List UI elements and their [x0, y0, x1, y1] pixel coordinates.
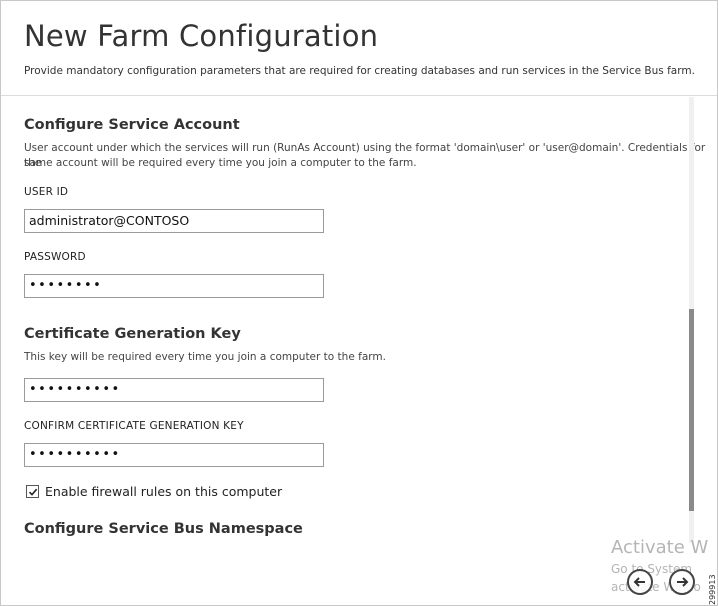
firewall-option[interactable]: Enable firewall rules on this computer — [26, 484, 282, 499]
certificate-key-input[interactable]: •••••••••• — [24, 378, 324, 402]
wizard-window: New Farm Configuration Provide mandatory… — [0, 0, 718, 606]
confirm-key-input[interactable]: •••••••••• — [24, 443, 324, 467]
arrow-left-circle-icon — [633, 577, 645, 587]
namespace-heading: Configure Service Bus Namespace — [24, 521, 303, 537]
firewall-checkbox-label: Enable firewall rules on this computer — [45, 484, 283, 499]
header-divider — [1, 95, 717, 96]
page-title: New Farm Configuration — [24, 19, 379, 53]
checkmark-icon — [28, 488, 37, 496]
next-button[interactable] — [669, 569, 695, 595]
user-id-input[interactable]: administrator@CONTOSO — [24, 209, 324, 233]
password-input[interactable]: •••••••• — [24, 274, 324, 298]
activation-watermark-title: Activate W — [611, 537, 709, 558]
certificate-description: This key will be required every time you… — [24, 351, 386, 363]
confirm-key-label: CONFIRM CERTIFICATE GENERATION KEY — [24, 420, 244, 432]
user-id-label: USER ID — [24, 186, 69, 198]
certificate-heading: Certificate Generation Key — [24, 326, 241, 342]
service-account-description-line2: same account will be required every time… — [24, 157, 417, 169]
arrow-right-circle-icon — [677, 577, 689, 587]
service-account-heading: Configure Service Account — [24, 117, 240, 133]
scrollbar-thumb[interactable] — [689, 309, 694, 511]
page-subtitle: Provide mandatory configuration paramete… — [24, 65, 695, 77]
firewall-checkbox[interactable] — [26, 485, 39, 498]
figure-id: 299913 — [708, 574, 717, 605]
back-button[interactable] — [627, 569, 653, 595]
password-label: PASSWORD — [24, 251, 86, 263]
